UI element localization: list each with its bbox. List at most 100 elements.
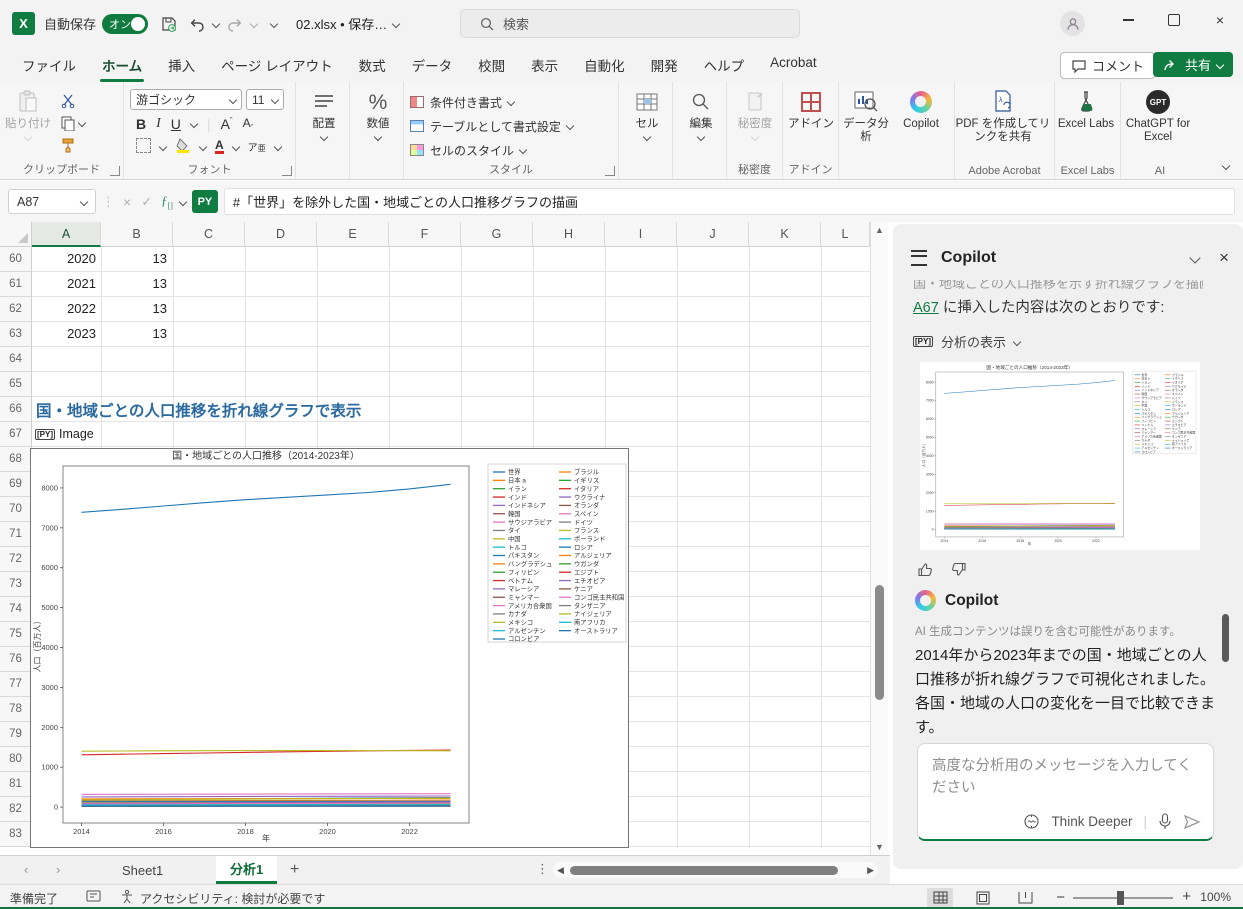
fill-color-dropdown-icon[interactable] bbox=[199, 143, 207, 151]
pdf-share-button[interactable]: λ PDF を作成してリンクを共有 bbox=[955, 82, 1051, 144]
ribbon-tab-3[interactable]: ページ レイアウト bbox=[209, 49, 344, 81]
copy-button[interactable] bbox=[56, 112, 89, 134]
close-button[interactable]: × bbox=[1197, 0, 1243, 40]
thumbs-down-icon[interactable] bbox=[950, 561, 967, 578]
cell-a67-image[interactable]: [PY] Image bbox=[35, 427, 94, 441]
share-button[interactable]: 共有 bbox=[1153, 52, 1233, 77]
undo-dropdown-icon[interactable] bbox=[212, 19, 220, 27]
cell-B61[interactable]: 13 bbox=[105, 276, 167, 291]
row-header-80[interactable]: 80 bbox=[0, 747, 32, 772]
font-size-select[interactable]: 11 bbox=[246, 89, 284, 110]
row-header-68[interactable]: 68 bbox=[0, 447, 32, 472]
zoom-level[interactable]: 100% bbox=[1200, 890, 1231, 904]
clipboard-dialog-launcher[interactable] bbox=[110, 166, 120, 176]
cell-A63[interactable]: 2023 bbox=[36, 326, 96, 341]
add-sheet-button[interactable]: + bbox=[290, 861, 299, 879]
ribbon-tab-5[interactable]: データ bbox=[400, 49, 465, 81]
insert-function-dropdown-icon[interactable] bbox=[179, 197, 187, 205]
row-header-75[interactable]: 75 bbox=[0, 622, 32, 647]
filename-dropdown-icon[interactable] bbox=[392, 19, 400, 27]
undo-icon[interactable] bbox=[185, 12, 209, 36]
copilot-menu-icon[interactable] bbox=[911, 250, 927, 266]
conditional-formatting-button[interactable]: 条件付き書式 bbox=[404, 90, 618, 114]
enter-icon[interactable]: ✓ bbox=[139, 194, 154, 210]
format-as-table-button[interactable]: テーブルとして書式設定 bbox=[404, 114, 618, 138]
ribbon-tab-6[interactable]: 校閲 bbox=[466, 49, 517, 81]
cell-styles-button[interactable]: セルのスタイル bbox=[404, 138, 618, 162]
minimize-button[interactable] bbox=[1105, 0, 1151, 40]
column-header-C[interactable]: C bbox=[173, 222, 245, 247]
cell-B60[interactable]: 13 bbox=[105, 251, 167, 266]
decrease-font-button[interactable]: Aˇ bbox=[243, 116, 254, 132]
mic-icon[interactable] bbox=[1158, 813, 1172, 830]
cell-A60[interactable]: 2020 bbox=[36, 251, 96, 266]
qat-customize-icon[interactable] bbox=[270, 19, 278, 27]
sheet-tab-分析1[interactable]: 分析1 bbox=[216, 856, 277, 884]
autosave-toggle[interactable]: オン bbox=[102, 14, 148, 34]
document-title[interactable]: 02.xlsx • 保存… bbox=[296, 14, 387, 33]
alignment-button[interactable]: 配置 bbox=[296, 82, 352, 140]
column-header-K[interactable]: K bbox=[749, 222, 821, 247]
embedded-line-chart[interactable]: 0100020003000400050006000700080002014201… bbox=[30, 448, 629, 848]
column-header-A[interactable]: A bbox=[32, 222, 101, 247]
normal-view-icon[interactable] bbox=[927, 888, 953, 907]
ribbon-tab-2[interactable]: 挿入 bbox=[156, 49, 207, 81]
row-header-69[interactable]: 69 bbox=[0, 472, 32, 497]
row-header-82[interactable]: 82 bbox=[0, 797, 32, 822]
ribbon-tab-7[interactable]: 表示 bbox=[519, 49, 570, 81]
save-icon[interactable] bbox=[157, 12, 181, 36]
excel-labs-button[interactable]: Excel Labs bbox=[1055, 82, 1117, 131]
hscroll-thumb[interactable] bbox=[570, 866, 838, 875]
excel-app-icon[interactable]: X bbox=[12, 12, 35, 35]
italic-button[interactable]: I bbox=[156, 116, 161, 132]
cancel-icon[interactable]: × bbox=[121, 194, 133, 210]
row-header-63[interactable]: 63 bbox=[0, 322, 32, 347]
hscroll-right-icon[interactable]: ▶ bbox=[867, 865, 874, 876]
vertical-scrollbar[interactable]: ▲ ▼ bbox=[870, 222, 888, 855]
row-header-71[interactable]: 71 bbox=[0, 522, 32, 547]
vscroll-thumb[interactable] bbox=[875, 585, 884, 700]
underline-button[interactable]: U bbox=[171, 116, 181, 132]
accessibility-icon[interactable] bbox=[120, 889, 134, 907]
row-header-76[interactable]: 76 bbox=[0, 647, 32, 672]
horizontal-scrollbar[interactable]: ◀ ▶ bbox=[553, 862, 878, 878]
column-header-E[interactable]: E bbox=[317, 222, 389, 247]
cells-button[interactable]: セル bbox=[619, 82, 675, 140]
paste-button[interactable]: 貼り付け bbox=[0, 82, 56, 156]
cell-A62[interactable]: 2022 bbox=[36, 301, 96, 316]
zoom-out-button[interactable]: − bbox=[1056, 889, 1065, 906]
column-header-G[interactable]: G bbox=[461, 222, 533, 247]
cell-A61[interactable]: 2021 bbox=[36, 276, 96, 291]
ribbon-tab-11[interactable]: Acrobat bbox=[758, 49, 829, 81]
font-color-button[interactable]: A bbox=[215, 140, 224, 154]
column-header-H[interactable]: H bbox=[533, 222, 605, 247]
fill-color-button[interactable] bbox=[175, 137, 191, 156]
font-name-select[interactable]: 游ゴシック bbox=[130, 89, 242, 110]
row-header-67[interactable]: 67 bbox=[0, 422, 32, 447]
column-header-I[interactable]: I bbox=[605, 222, 677, 247]
ribbon-tab-1[interactable]: ホーム bbox=[90, 49, 154, 81]
zoom-slider[interactable] bbox=[1073, 897, 1173, 899]
copilot-close-icon[interactable]: × bbox=[1219, 248, 1229, 268]
bold-button[interactable]: B bbox=[136, 116, 146, 132]
row-header-81[interactable]: 81 bbox=[0, 772, 32, 797]
cell-ref-link[interactable]: A67 bbox=[913, 300, 939, 316]
ribbon-tab-10[interactable]: ヘルプ bbox=[692, 49, 757, 81]
data-analysis-button[interactable]: データ分析 bbox=[839, 82, 893, 144]
addins-button[interactable]: アドイン bbox=[783, 82, 839, 131]
column-header-L[interactable]: L bbox=[821, 222, 870, 247]
column-header-D[interactable]: D bbox=[245, 222, 317, 247]
formula-input[interactable]: #「世界」を除外した国・地域ごとの人口推移グラフの描画 bbox=[224, 188, 1235, 215]
borders-dropdown-icon[interactable] bbox=[159, 143, 167, 151]
row-header-73[interactable]: 73 bbox=[0, 572, 32, 597]
copilot-button[interactable]: Copilot bbox=[893, 82, 949, 144]
column-header-B[interactable]: B bbox=[101, 222, 173, 247]
redo-dropdown-icon[interactable] bbox=[250, 19, 258, 27]
maximize-button[interactable] bbox=[1151, 0, 1197, 40]
row-header-60[interactable]: 60 bbox=[0, 247, 32, 272]
zoom-slider-thumb[interactable] bbox=[1117, 891, 1124, 905]
chart-thumbnail[interactable]: 0100020003000400050006000700080002014201… bbox=[920, 362, 1200, 550]
phonetic-button[interactable]: ア亜 bbox=[248, 139, 266, 154]
page-layout-view-icon[interactable] bbox=[970, 888, 996, 907]
copilot-input[interactable]: 高度な分析用のメッセージを入力してください Think Deeper | bbox=[917, 743, 1214, 841]
